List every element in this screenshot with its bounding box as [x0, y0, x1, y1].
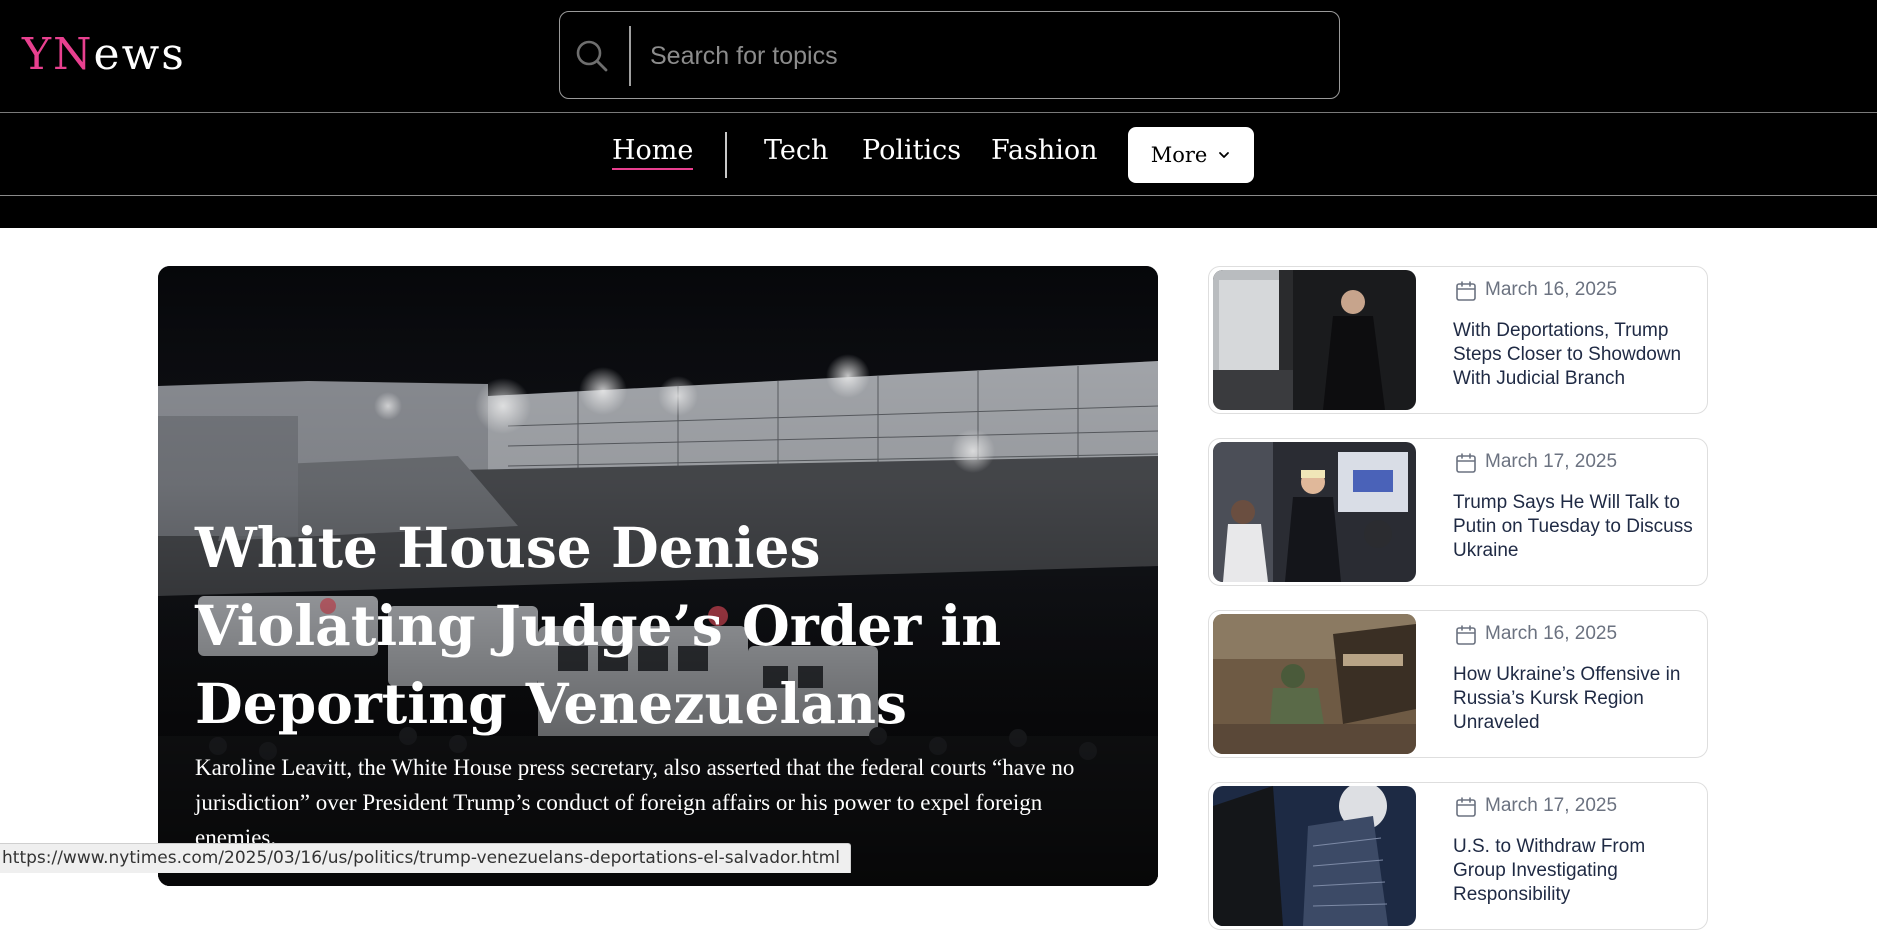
- article-thumbnail: [1213, 442, 1416, 582]
- header-strip: [0, 196, 1877, 228]
- article-date: March 16, 2025: [1485, 623, 1618, 644]
- article-thumbnail: [1213, 270, 1416, 410]
- more-dropdown-button[interactable]: More: [1128, 127, 1254, 183]
- top-header: YNews: [0, 0, 1877, 113]
- article-headline[interactable]: Trump Says He Will Talk to Putin on Tues…: [1453, 491, 1703, 563]
- side-article-card[interactable]: March 17, 2025 Trump Says He Will Talk t…: [1208, 438, 1708, 586]
- nav-politics[interactable]: Politics: [862, 133, 961, 169]
- article-headline[interactable]: With Deportations, Trump Steps Closer to…: [1453, 319, 1703, 391]
- nav-fashion[interactable]: Fashion: [991, 133, 1098, 169]
- article-headline[interactable]: U.S. to Withdraw From Group Investigatin…: [1453, 835, 1703, 907]
- article-thumbnail: [1213, 786, 1416, 926]
- site-logo[interactable]: YNews: [22, 28, 186, 82]
- nav-divider: [725, 132, 727, 178]
- search-box[interactable]: [559, 11, 1340, 99]
- logo-accent: YN: [22, 29, 94, 80]
- logo-text: ews: [93, 29, 186, 80]
- hero-article[interactable]: White House Denies Violating Judge’s Ord…: [158, 266, 1158, 886]
- nav-home[interactable]: Home: [612, 133, 694, 170]
- hero-summary: Karoline Leavitt, the White House press …: [195, 755, 1075, 850]
- calendar-icon: [1456, 797, 1476, 817]
- article-date: March 17, 2025: [1485, 795, 1618, 816]
- chevron-down-icon: [1219, 152, 1230, 158]
- calendar-icon: [1456, 281, 1476, 301]
- nav-tech[interactable]: Tech: [764, 133, 828, 169]
- article-thumbnail: [1213, 614, 1416, 754]
- side-article-card[interactable]: March 17, 2025 U.S. to Withdraw From Gro…: [1208, 782, 1708, 930]
- article-date: March 16, 2025: [1485, 279, 1618, 300]
- side-article-card[interactable]: March 16, 2025 With Deportations, Trump …: [1208, 266, 1708, 414]
- search-icon[interactable]: [574, 38, 610, 74]
- article-date: March 17, 2025: [1485, 451, 1618, 472]
- search-input[interactable]: [648, 34, 1312, 78]
- search-divider: [629, 26, 631, 86]
- calendar-icon: [1456, 625, 1476, 645]
- calendar-icon: [1456, 453, 1476, 473]
- main-nav: Home Tech Politics Fashion More: [0, 113, 1877, 196]
- article-headline[interactable]: How Ukraine’s Offensive in Russia’s Kurs…: [1453, 663, 1703, 735]
- hero-title[interactable]: White House Denies Violating Judge’s Ord…: [195, 509, 1115, 743]
- link-preview-status: https://www.nytimes.com/2025/03/16/us/po…: [0, 843, 851, 873]
- side-article-card[interactable]: March 16, 2025 How Ukraine’s Offensive i…: [1208, 610, 1708, 758]
- more-label: More: [1150, 143, 1208, 167]
